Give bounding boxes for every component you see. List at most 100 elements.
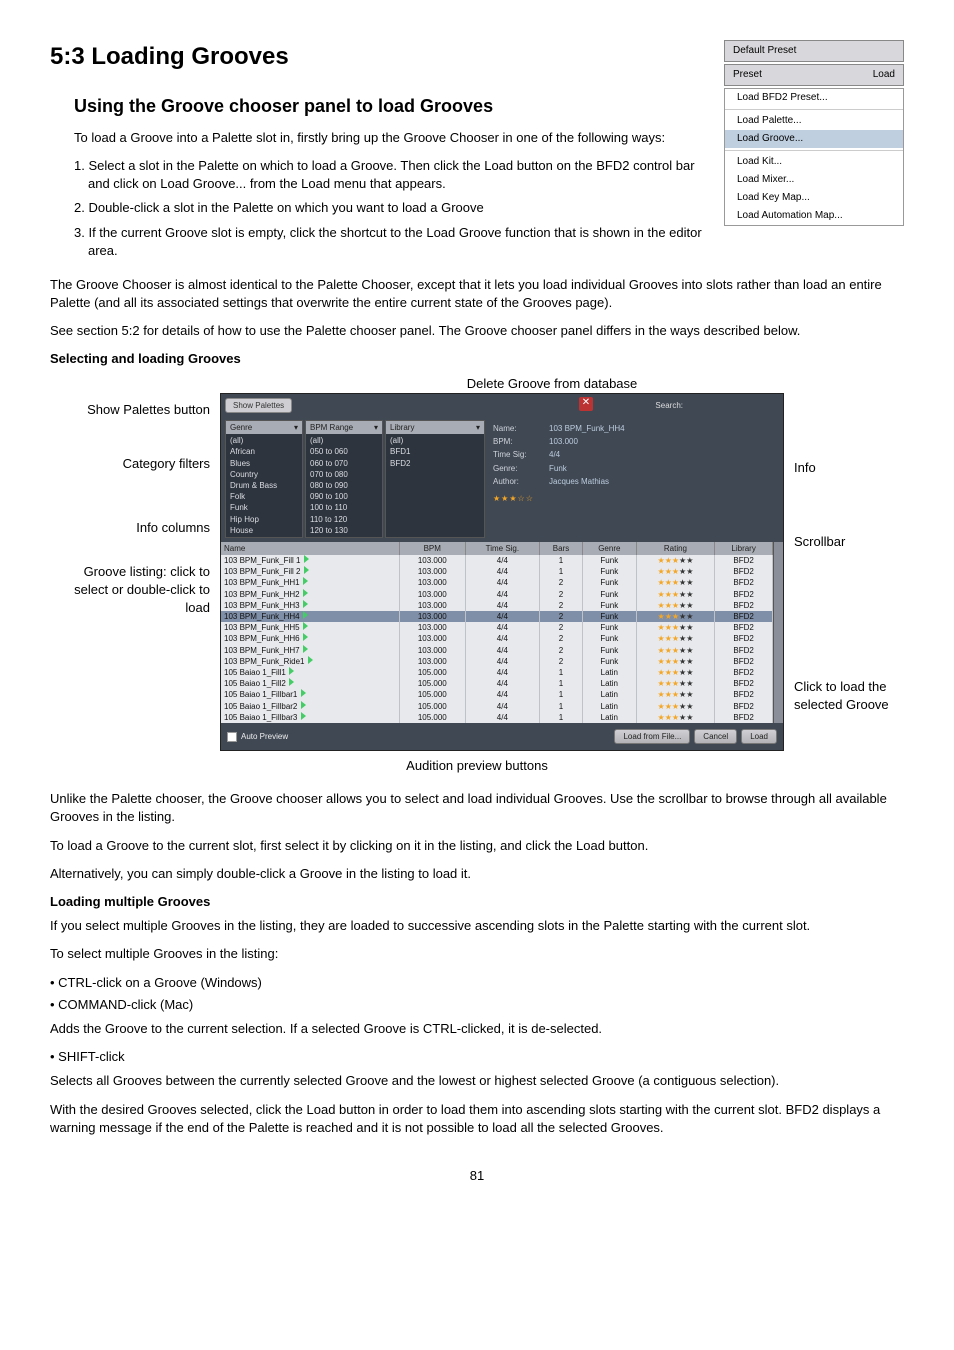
play-icon[interactable] xyxy=(302,589,310,597)
table-row[interactable]: 103 BPM_Funk_Fill 1 103.0004/41Funk★★★★★… xyxy=(221,555,773,566)
menu-item-load-groove[interactable]: Load Groove... xyxy=(725,130,903,148)
table-row[interactable]: 103 BPM_Funk_Fill 2 103.0004/41Funk★★★★★… xyxy=(221,566,773,577)
play-icon[interactable] xyxy=(302,645,310,653)
play-icon[interactable] xyxy=(300,701,308,709)
menu-item[interactable]: Load Automation Map... xyxy=(725,207,903,225)
play-icon[interactable] xyxy=(307,656,315,664)
cell-name[interactable]: 103 BPM_Funk_HH7 xyxy=(221,645,399,656)
filter-genre-item[interactable]: African xyxy=(226,446,302,457)
filter-bpm-item[interactable]: 100 to 110 xyxy=(306,502,382,513)
filter-library-item[interactable]: (all) xyxy=(386,435,484,446)
table-row[interactable]: 105 Baiao 1_Fillbar1 105.0004/41Latin★★★… xyxy=(221,689,773,700)
table-row[interactable]: 103 BPM_Funk_HH3 103.0004/42Funk★★★★★BFD… xyxy=(221,600,773,611)
filter-bpm-item[interactable]: 060 to 070 xyxy=(306,458,382,469)
filter-genre-item[interactable]: Drum & Bass xyxy=(226,480,302,491)
filter-library-item[interactable]: BFD2 xyxy=(386,458,484,469)
cell-rating[interactable]: ★★★★★ xyxy=(636,566,715,577)
cell-name[interactable]: 103 BPM_Funk_Fill 1 xyxy=(221,555,399,566)
menu-item[interactable]: Load BFD2 Preset... xyxy=(725,89,903,107)
load-button[interactable]: Load xyxy=(741,729,777,744)
show-palettes-button[interactable]: Show Palettes xyxy=(225,398,292,413)
table-row[interactable]: 103 BPM_Funk_Ride1 103.0004/42Funk★★★★★B… xyxy=(221,656,773,667)
table-header[interactable]: Genre xyxy=(583,542,637,555)
play-icon[interactable] xyxy=(288,667,296,675)
cell-rating[interactable]: ★★★★★ xyxy=(636,633,715,644)
table-row[interactable]: 105 Baiao 1_Fillbar2 105.0004/41Latin★★★… xyxy=(221,701,773,712)
cell-name[interactable]: 105 Baiao 1_Fill1 xyxy=(221,667,399,678)
menu-item[interactable]: Load Mixer... xyxy=(725,171,903,189)
play-icon[interactable] xyxy=(302,577,310,585)
info-rating[interactable]: ★★★☆☆ xyxy=(493,493,534,504)
cell-name[interactable]: 103 BPM_Funk_HH1 xyxy=(221,577,399,588)
cell-rating[interactable]: ★★★★★ xyxy=(636,577,715,588)
cell-rating[interactable]: ★★★★★ xyxy=(636,600,715,611)
table-row[interactable]: 103 BPM_Funk_HH1 103.0004/42Funk★★★★★BFD… xyxy=(221,577,773,588)
menu-item[interactable]: Load Palette... xyxy=(725,112,903,130)
cell-name[interactable]: 105 Baiao 1_Fillbar2 xyxy=(221,701,399,712)
table-header[interactable]: Name xyxy=(221,542,399,555)
table-row[interactable]: 103 BPM_Funk_HH4 103.0004/42Funk★★★★★BFD… xyxy=(221,611,773,622)
filter-bpm-item[interactable]: 120 to 130 xyxy=(306,525,382,536)
play-icon[interactable] xyxy=(288,678,296,686)
cell-rating[interactable]: ★★★★★ xyxy=(636,678,715,689)
table-header[interactable]: BPM xyxy=(399,542,465,555)
filter-genre-item[interactable]: House xyxy=(226,525,302,536)
cell-rating[interactable]: ★★★★★ xyxy=(636,701,715,712)
cell-name[interactable]: 103 BPM_Funk_HH5 xyxy=(221,622,399,633)
groove-table[interactable]: NameBPMTime Sig.BarsGenreRatingLibrary 1… xyxy=(221,542,773,723)
cell-name[interactable]: 103 BPM_Funk_HH3 xyxy=(221,600,399,611)
play-icon[interactable] xyxy=(300,689,308,697)
cell-name[interactable]: 103 BPM_Funk_HH6 xyxy=(221,633,399,644)
menu-item[interactable]: Load Kit... xyxy=(725,153,903,171)
table-row[interactable]: 103 BPM_Funk_HH2 103.0004/42Funk★★★★★BFD… xyxy=(221,589,773,600)
filter-bpm-item[interactable]: 090 to 100 xyxy=(306,491,382,502)
filter-bpm-item[interactable]: (all) xyxy=(306,435,382,446)
table-row[interactable]: 103 BPM_Funk_HH5 103.0004/42Funk★★★★★BFD… xyxy=(221,622,773,633)
play-icon[interactable] xyxy=(302,611,310,619)
load-from-file-button[interactable]: Load from File... xyxy=(614,729,690,744)
filter-bpm-item[interactable]: 050 to 060 xyxy=(306,446,382,457)
cell-rating[interactable]: ★★★★★ xyxy=(636,611,715,622)
scrollbar[interactable] xyxy=(773,542,783,723)
menu-item[interactable]: Load Key Map... xyxy=(725,189,903,207)
cancel-button[interactable]: Cancel xyxy=(694,729,737,744)
table-header[interactable]: Library xyxy=(715,542,773,555)
table-row[interactable]: 103 BPM_Funk_HH7 103.0004/42Funk★★★★★BFD… xyxy=(221,645,773,656)
checkbox-icon[interactable] xyxy=(227,732,237,742)
cell-name[interactable]: 105 Baiao 1_Fillbar3 xyxy=(221,712,399,723)
cell-name[interactable]: 103 BPM_Funk_Fill 2 xyxy=(221,566,399,577)
cell-name[interactable]: 103 BPM_Funk_HH4 xyxy=(221,611,399,622)
cell-rating[interactable]: ★★★★★ xyxy=(636,645,715,656)
table-header[interactable]: Bars xyxy=(540,542,583,555)
cell-rating[interactable]: ★★★★★ xyxy=(636,689,715,700)
filter-genre-item[interactable]: Hip Hop xyxy=(226,514,302,525)
cell-rating[interactable]: ★★★★★ xyxy=(636,589,715,600)
filter-bpm-item[interactable]: 110 to 120 xyxy=(306,514,382,525)
filter-library-item[interactable]: BFD1 xyxy=(386,446,484,457)
cell-rating[interactable]: ★★★★★ xyxy=(636,712,715,723)
cell-name[interactable]: 103 BPM_Funk_HH2 xyxy=(221,589,399,600)
play-icon[interactable] xyxy=(303,566,311,574)
filter-genre-item[interactable]: Folk xyxy=(226,491,302,502)
filter-genre-item[interactable]: Country xyxy=(226,469,302,480)
filter-bpm-item[interactable]: 080 to 090 xyxy=(306,480,382,491)
cell-rating[interactable]: ★★★★★ xyxy=(636,555,715,566)
cell-rating[interactable]: ★★★★★ xyxy=(636,667,715,678)
play-icon[interactable] xyxy=(300,712,308,720)
cell-name[interactable]: 105 Baiao 1_Fillbar1 xyxy=(221,689,399,700)
filter-genre-item[interactable]: (all) xyxy=(226,435,302,446)
play-icon[interactable] xyxy=(303,555,311,563)
play-icon[interactable] xyxy=(302,633,310,641)
cell-name[interactable]: 105 Baiao 1_Fill2 xyxy=(221,678,399,689)
table-row[interactable]: 105 Baiao 1_Fillbar3 105.0004/41Latin★★★… xyxy=(221,712,773,723)
cell-rating[interactable]: ★★★★★ xyxy=(636,622,715,633)
play-icon[interactable] xyxy=(302,600,310,608)
table-header[interactable]: Time Sig. xyxy=(465,542,539,555)
filter-genre-item[interactable]: Funk xyxy=(226,502,302,513)
table-row[interactable]: 105 Baiao 1_Fill2 105.0004/41Latin★★★★★B… xyxy=(221,678,773,689)
table-header[interactable]: Rating xyxy=(636,542,715,555)
filter-genre-item[interactable]: Blues xyxy=(226,458,302,469)
cell-name[interactable]: 103 BPM_Funk_Ride1 xyxy=(221,656,399,667)
table-row[interactable]: 105 Baiao 1_Fill1 105.0004/41Latin★★★★★B… xyxy=(221,667,773,678)
table-row[interactable]: 103 BPM_Funk_HH6 103.0004/42Funk★★★★★BFD… xyxy=(221,633,773,644)
